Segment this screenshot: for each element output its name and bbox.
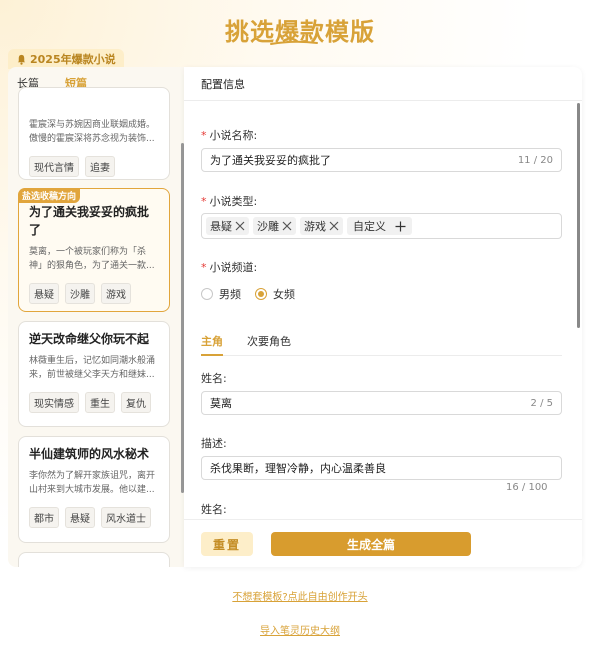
- type-chip: 游戏: [300, 217, 343, 235]
- card-tag: 沙雕: [65, 283, 95, 304]
- plus-icon: [395, 221, 406, 231]
- close-icon[interactable]: [329, 221, 339, 231]
- action-bar: 重置 生成全篇: [184, 519, 582, 567]
- novel-channel-label: * 小说频道:: [201, 261, 258, 274]
- role-name-input[interactable]: 莫离 2 / 5: [201, 391, 562, 415]
- close-icon[interactable]: [235, 221, 245, 231]
- bell-icon: [17, 54, 26, 65]
- generate-button[interactable]: 生成全篇: [271, 532, 471, 556]
- role-name-value: 莫离: [210, 397, 232, 410]
- novel-name-value: 为了通关我妥妥的疯批了: [210, 154, 331, 167]
- import-outline-link[interactable]: 导入笔灵历史大纲: [0, 622, 600, 637]
- required-mark: *: [201, 261, 207, 274]
- card-desc: 李你然为了解开家族诅咒，离开山村来到大城市发展。他以建...: [29, 471, 156, 495]
- config-panel: 配置信息 * 小说名称: 为了通关我妥妥的疯批了 11 / 20 * 小说类型: 悬…: [184, 67, 582, 567]
- radio-circle[interactable]: [201, 288, 213, 300]
- card-tag: 都市: [29, 507, 59, 528]
- card-desc: 莫离，一个被玩家们称为「杀神」的狠角色，为了通关一款...: [29, 247, 155, 271]
- card-title: 为了通关我妥妥的疯批了: [29, 205, 150, 237]
- role-desc-counter: 16 / 100: [506, 482, 548, 493]
- card-tag: 悬疑: [29, 283, 59, 304]
- card-tag: 游戏: [101, 283, 131, 304]
- card-desc: 林薇重生后，记忆如同潮水般涌来，前世被继父李天方和继妹...: [29, 356, 156, 380]
- card-tags: 现代言情 追妻: [29, 156, 159, 177]
- card-tags: 现实情感 重生 复仇: [29, 392, 159, 413]
- card-tag: 现代言情: [29, 156, 79, 177]
- role-tabs: 主角 次要角色: [201, 331, 562, 356]
- role-name-counter: 2 / 5: [530, 397, 553, 409]
- template-list-panel: 长篇 短篇 霍宸深与苏婉因商业联姻成婚。傲慢的霍宸深将苏念视为装饰... 现代言…: [8, 67, 184, 567]
- template-card[interactable]: 半仙建筑师的风水秘术 李你然为了解开家族诅咒，离开山村来到大城市发展。他以建..…: [18, 436, 170, 543]
- novel-name-input[interactable]: 为了通关我妥妥的疯批了 11 / 20: [201, 148, 562, 172]
- close-icon[interactable]: [282, 221, 292, 231]
- reset-button[interactable]: 重置: [201, 532, 253, 556]
- card-tags: 悬疑 沙雕 游戏: [29, 283, 159, 304]
- badge-label: 2025年爆款小说: [30, 53, 116, 66]
- card-tag: 复仇: [121, 392, 151, 413]
- template-card-selected[interactable]: 盐选收稿方向 为了通关我妥妥的疯批了 莫离，一个被玩家们称为「杀神」的狠角色，为…: [18, 188, 170, 312]
- hot-novel-badge: 2025年爆款小说: [8, 49, 124, 69]
- channel-option-female[interactable]: 女频: [255, 286, 295, 302]
- template-card[interactable]: 霍宸深与苏婉因商业联姻成婚。傲慢的霍宸深将苏念视为装饰... 现代言情 追妻: [18, 87, 170, 180]
- type-chip: 沙雕: [253, 217, 296, 235]
- novel-name-counter: 11 / 20: [517, 154, 553, 166]
- card-tag: 追妻: [85, 156, 115, 177]
- free-create-link[interactable]: 不想套模板?点此自由创作开头: [0, 588, 600, 603]
- novel-type-select[interactable]: 悬疑 沙雕 游戏 自定义: [201, 213, 562, 239]
- role-desc-label: 描述:: [201, 437, 227, 450]
- card-desc: 霍宸深与苏婉因商业联姻成婚。傲慢的霍宸深将苏念视为装饰...: [29, 120, 156, 144]
- card-tag: 重生: [85, 392, 115, 413]
- novel-type-label: * 小说类型:: [201, 195, 258, 208]
- tab-main-role[interactable]: 主角: [201, 331, 223, 356]
- channel-option-male[interactable]: 男频: [201, 286, 241, 302]
- required-mark: *: [201, 129, 207, 142]
- card-tags: 都市 悬疑 风水道士: [29, 507, 159, 528]
- role-name-label-2: 姓名:: [201, 503, 227, 516]
- card-title: 半仙建筑师的风水秘术: [29, 447, 150, 461]
- novel-name-label: * 小说名称:: [201, 129, 258, 142]
- radio-circle-checked[interactable]: [255, 288, 267, 300]
- custom-type-chip[interactable]: 自定义: [347, 217, 412, 235]
- required-mark: *: [201, 195, 207, 208]
- panel-header: 配置信息: [184, 67, 582, 101]
- type-chip: 悬疑: [206, 217, 249, 235]
- role-desc-value: 杀伐果断，理智冷静，内心温柔善良: [210, 462, 386, 475]
- role-name-label: 姓名:: [201, 372, 227, 385]
- recommend-ribbon: 盐选收稿方向: [18, 188, 81, 203]
- card-title: 逆天改命继父你玩不起: [29, 332, 150, 346]
- template-card[interactable]: [18, 552, 170, 567]
- role-desc-input[interactable]: 杀伐果断，理智冷静，内心温柔善良: [201, 456, 562, 480]
- card-tag: 现实情感: [29, 392, 79, 413]
- card-tag: 风水道士: [101, 507, 151, 528]
- template-card[interactable]: 逆天改命继父你玩不起 林薇重生后，记忆如同潮水般涌来，前世被继父李天方和继妹..…: [18, 321, 170, 427]
- channel-radio-group: 男频 女频: [201, 286, 295, 302]
- right-scrollbar[interactable]: [577, 103, 580, 328]
- title-underline-decoration: [270, 40, 318, 45]
- tab-secondary-role[interactable]: 次要角色: [247, 331, 291, 355]
- card-tag: 悬疑: [65, 507, 95, 528]
